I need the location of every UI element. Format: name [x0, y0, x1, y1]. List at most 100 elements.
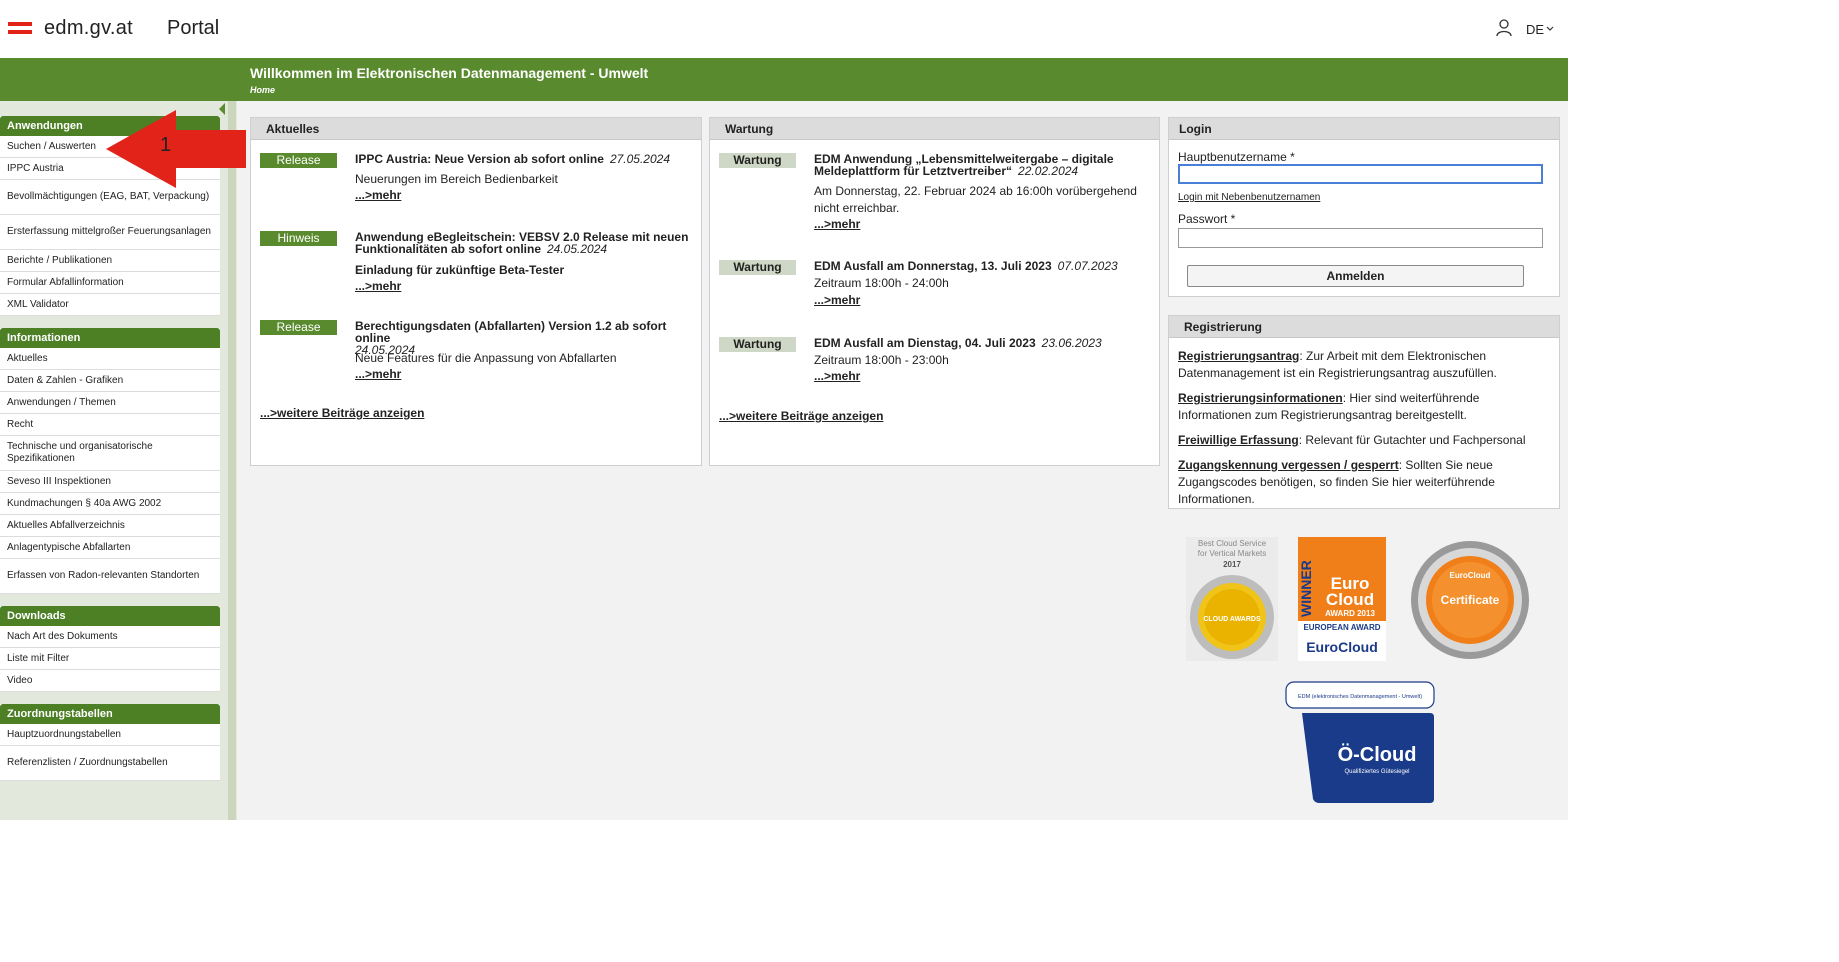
nav-group-title: Informationen — [0, 328, 220, 348]
more-link[interactable]: ...>mehr — [355, 279, 401, 293]
registration-item: Registrierungsinformationen: Hier sind w… — [1178, 391, 1480, 422]
badge-text: EuroCloud — [1306, 639, 1378, 655]
sidebar-item[interactable]: Berichte / Publikationen — [0, 250, 220, 272]
more-link[interactable]: ...>mehr — [355, 188, 401, 202]
sidebar-item[interactable]: Daten & Zahlen - Grafiken — [0, 370, 220, 392]
sidebar-item[interactable]: Technische und organisatorische Spezifik… — [0, 436, 220, 471]
cloud-awards-badge: Best Cloud Service for Vertical Markets … — [1186, 537, 1278, 661]
sidebar-nav: Anwendungen Suchen / Auswerten IPPC Austri… — [0, 116, 220, 793]
more-link[interactable]: ...>mehr — [814, 217, 860, 231]
registration-panel-title: Registrierung — [1169, 316, 1559, 338]
voluntary-link[interactable]: Freiwillige Erfassung — [1178, 433, 1299, 447]
maintenance-text: Am Donnerstag, 22. Februar 2024 ab 16:00… — [814, 184, 1137, 215]
badge-text: WINNER — [1298, 560, 1314, 617]
maintenance-title[interactable]: EDM Ausfall am Donnerstag, 13. Juli 2023… — [814, 260, 1154, 272]
breadcrumb-home[interactable]: Home — [250, 85, 275, 95]
austria-flag-icon — [8, 22, 32, 34]
chevron-down-icon[interactable] — [1546, 25, 1554, 33]
user-icon[interactable] — [1496, 19, 1512, 37]
wartung-tag: Wartung — [719, 153, 796, 168]
portal-label: Portal — [167, 17, 220, 39]
maintenance-title[interactable]: EDM Ausfall am Dienstag, 04. Juli 2023 23… — [814, 337, 1154, 349]
sub-user-login-link[interactable]: Login mit Nebenbenutzernamen — [1178, 192, 1320, 203]
sidebar-item[interactable]: Seveso III Inspektionen — [0, 471, 220, 493]
sidebar-item[interactable]: Anlagentypische Abfallarten — [0, 537, 220, 559]
badge-text: Best Cloud Service — [1198, 539, 1267, 548]
nav-group: Zuordnungstabellen Hauptzuordnungstabelle… — [0, 704, 220, 781]
news-text: Neuerungen im Bereich Bedienbarkeit — [355, 172, 558, 186]
news-entry: Release Berechtigungsdaten (Abfallarten)… — [260, 320, 690, 390]
certificate-badge: EuroCloud Certificate — [1411, 541, 1529, 659]
news-title[interactable]: Anwendung eBegleitschein: VEBSV 2.0 Rele… — [355, 231, 695, 255]
registration-link[interactable]: Registrierungsantrag — [1178, 349, 1299, 363]
nav-group-title: Downloads — [0, 606, 220, 626]
sidebar-item[interactable]: Liste mit Filter — [0, 648, 220, 670]
page-title: Willkommen im Elektronischen Datenmanage… — [250, 65, 649, 81]
more-link[interactable]: ...>mehr — [814, 293, 860, 307]
maintenance-date: 23.06.2023 — [1041, 336, 1102, 350]
badge-text: Cloud — [1326, 590, 1374, 609]
sidebar-item[interactable]: Referenzlisten / Zuordnungstabellen — [0, 746, 220, 781]
sidebar-item[interactable]: Anwendungen / Themen — [0, 392, 220, 414]
annotation-arrow-icon — [106, 110, 246, 188]
release-tag: Release — [260, 320, 337, 335]
sidebar-item[interactable]: Hauptzuordnungstabellen — [0, 724, 220, 746]
maintenance-date: 07.07.2023 — [1057, 259, 1118, 273]
login-button[interactable]: Anmelden — [1187, 265, 1524, 287]
news-date: 24.05.2024 — [547, 242, 608, 256]
badge-text: EuroCloud — [1450, 571, 1491, 580]
maintenance-panel-title: Wartung — [710, 118, 1159, 140]
badge-text: Ö-Cloud — [1338, 743, 1417, 766]
wartung-tag: Wartung — [719, 337, 796, 352]
news-text: Einladung für zukünftige Beta-Tester — [355, 263, 565, 277]
news-text: Neue Features für die Anpassung von Abfa… — [355, 351, 617, 365]
brand-link[interactable]: edm.gv.at — [44, 17, 133, 40]
sidebar-item[interactable]: Aktuelles Abfallverzeichnis — [0, 515, 220, 537]
sidebar-item[interactable]: Formular Abfallinformation — [0, 272, 220, 294]
maintenance-panel: Wartung Wartung EDM Anwendung „Lebensmit… — [709, 117, 1160, 466]
registration-item: Freiwillige Erfassung: Relevant für Guta… — [1178, 433, 1526, 447]
news-date: 27.05.2024 — [609, 152, 670, 166]
more-link[interactable]: ...>mehr — [355, 367, 401, 381]
more-link[interactable]: ...>mehr — [814, 369, 860, 383]
maintenance-title[interactable]: EDM Anwendung „Lebensmittelweitergabe – … — [814, 153, 1154, 177]
maintenance-entry: Wartung EDM Ausfall am Dienstag, 04. Jul… — [719, 337, 1149, 392]
badge-text: for Vertical Markets — [1198, 549, 1266, 558]
sidebar-item[interactable]: Recht — [0, 414, 220, 436]
badge-text: AWARD 2013 — [1325, 609, 1375, 618]
registration-panel: Registrierung Registrierungsantrag: Zur … — [1168, 315, 1560, 509]
sidebar-item[interactable]: Aktuelles — [0, 348, 220, 370]
nav-group: Downloads Nach Art des Dokuments Liste mit… — [0, 606, 220, 692]
annotation-number: 1 — [160, 134, 172, 156]
sidebar-item[interactable]: XML Validator — [0, 294, 220, 316]
registration-info-link[interactable]: Registrierungsinformationen — [1178, 391, 1343, 405]
welcome-banner: Willkommen im Elektronischen Datenmanage… — [0, 58, 1568, 101]
news-title[interactable]: IPPC Austria: Neue Version ab sofort onl… — [355, 153, 695, 165]
all-maintenance-link[interactable]: ...>weitere Beiträge anzeigen — [719, 409, 883, 423]
badge-text: CLOUD AWARDS — [1203, 616, 1261, 623]
password-input[interactable] — [1178, 228, 1543, 248]
maintenance-text: Zeitraum 18:00h - 23:00h — [814, 353, 949, 367]
release-tag: Release — [260, 153, 337, 168]
sidebar-item[interactable]: Kundmachungen § 40a AWG 2002 — [0, 493, 220, 515]
registration-item: Registrierungsantrag: Zur Arbeit mit dem… — [1178, 349, 1497, 380]
all-news-link[interactable]: ...>weitere Beiträge anzeigen — [260, 406, 424, 420]
sidebar-item[interactable]: Ersterfassung mittelgroßer Feuerungsanla… — [0, 215, 220, 250]
badge-text: 2017 — [1223, 560, 1241, 569]
sidebar-item[interactable]: Video — [0, 670, 220, 692]
login-panel-title: Login — [1169, 118, 1559, 140]
sidebar-item[interactable]: Nach Art des Dokuments — [0, 626, 220, 648]
news-entry: Release IPPC Austria: Neue Version ab so… — [260, 153, 690, 213]
eurocloud-award-badge: WINNER Euro Cloud AWARD 2013 EUROPEAN AW… — [1298, 537, 1386, 661]
hinweis-tag: Hinweis — [260, 231, 337, 246]
badge-text: Qualifiziertes Gütesiegel — [1344, 769, 1409, 775]
badge-text: Certificate — [1441, 593, 1500, 607]
username-input[interactable] — [1178, 164, 1543, 184]
news-entry: Hinweis Anwendung eBegleitschein: VEBSV … — [260, 231, 690, 301]
badge-text: EUROPEAN AWARD — [1303, 623, 1380, 632]
nav-group: Informationen Aktuelles Daten & Zahlen - G… — [0, 328, 220, 594]
news-panel-title: Aktuelles — [251, 118, 701, 140]
language-selector[interactable]: DE — [1526, 22, 1544, 37]
forgot-access-link[interactable]: Zugangskennung vergessen / gesperrt — [1178, 458, 1399, 472]
sidebar-item[interactable]: Erfassen von Radon-relevanten Standorten — [0, 559, 220, 594]
